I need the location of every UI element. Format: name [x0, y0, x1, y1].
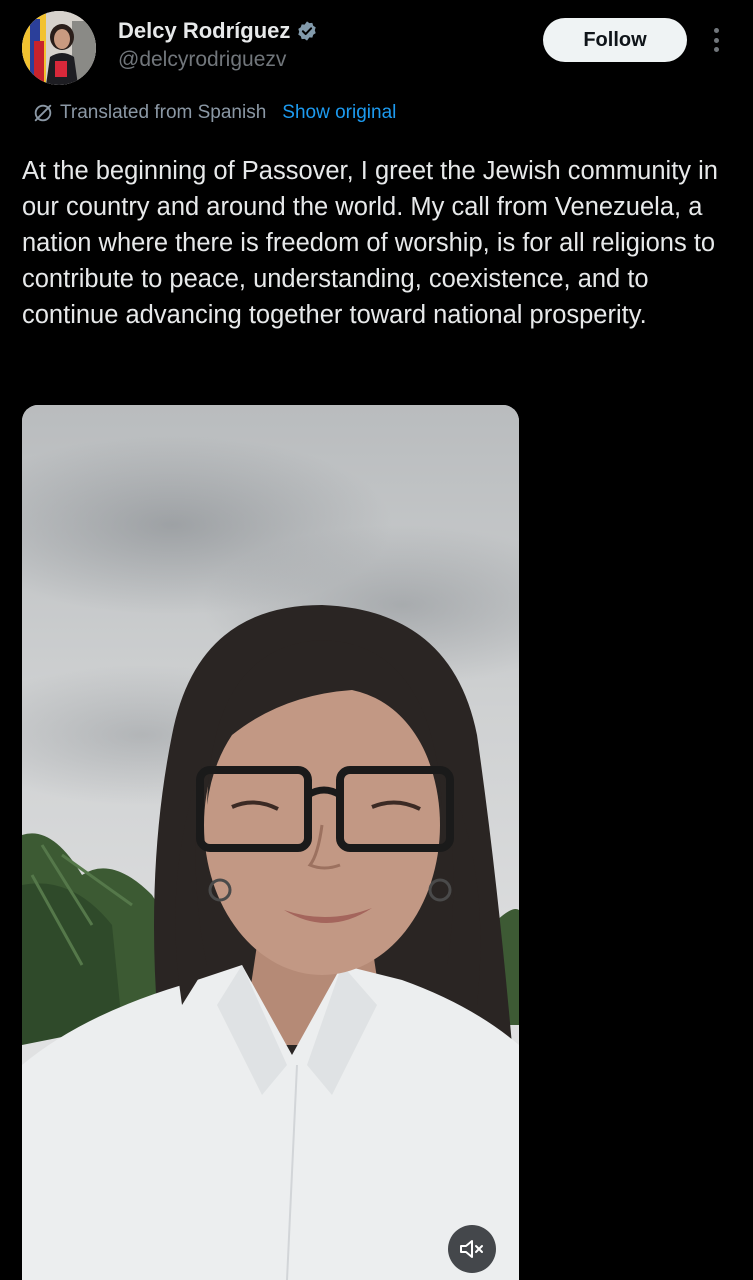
translation-row: Translated from Spanish Show original [32, 102, 396, 124]
verified-badge-icon [298, 21, 317, 41]
more-options-icon[interactable] [706, 24, 726, 56]
tweet: Delcy Rodríguez @delcyrodriguezv Follow … [0, 0, 753, 1280]
avatar[interactable] [22, 11, 96, 85]
translated-note: Translated from Spanish [60, 102, 267, 123]
show-original-link[interactable]: Show original [282, 102, 396, 124]
avatar-image [22, 11, 96, 85]
video-frame [22, 405, 519, 1280]
author-name-row: Delcy Rodríguez [118, 18, 318, 44]
video-player[interactable] [22, 405, 519, 1280]
volume-muted-icon[interactable] [448, 1225, 496, 1273]
translate-icon [34, 104, 52, 122]
author-display-name[interactable]: Delcy Rodríguez [118, 18, 290, 44]
author-handle[interactable]: @delcyrodriguezv [118, 48, 286, 72]
follow-button[interactable]: Follow [543, 18, 687, 62]
tweet-text: At the beginning of Passover, I greet th… [22, 157, 718, 329]
speaker-muted-glyph [460, 1240, 483, 1258]
